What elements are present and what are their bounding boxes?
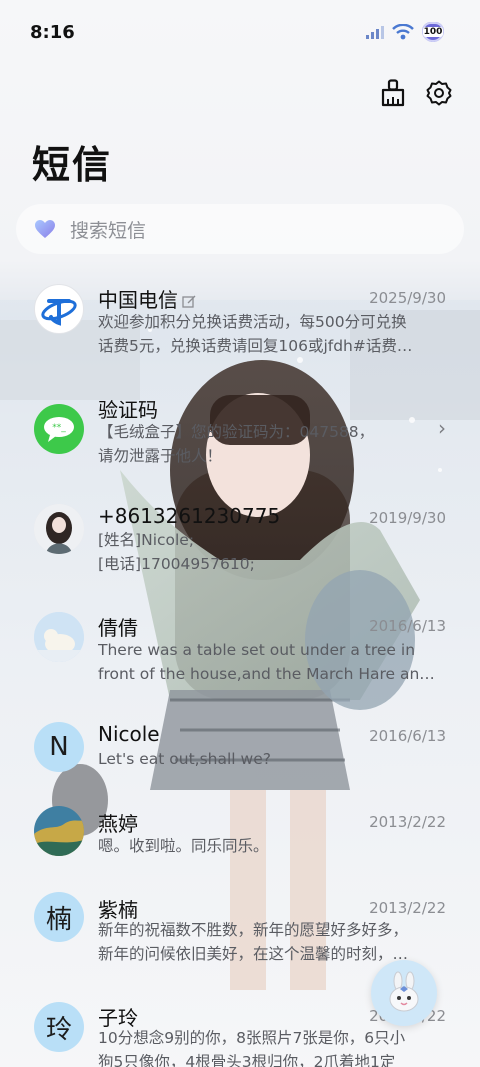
status-time: 8:16 (30, 22, 75, 43)
chevron-right-icon: › (438, 416, 446, 440)
conversation-preview-line1: [姓名]Nicole; (98, 531, 195, 549)
conversation-item[interactable]: 倩倩 2016/6/13 There was a table set out u… (0, 606, 480, 714)
conversation-date: 2016/6/13 (369, 617, 446, 635)
conversation-preview-line2: 话费5元，兑换话费请回复106或jfdh#话费… (98, 337, 413, 355)
conversation-name: 燕婷 (98, 812, 138, 836)
conversation-date: 2013/2/22 (369, 899, 446, 917)
conversation-preview-line1: Let's eat out,shall we? (98, 750, 271, 768)
heart-search-icon (35, 220, 55, 238)
conversation-preview-line1: 嗯。收到啦。同乐同乐。 (98, 837, 269, 855)
letter-avatar: 玲 (34, 1002, 84, 1052)
conversation-preview-line2: [电话]17004957610; (98, 555, 255, 573)
bunny-icon (389, 971, 419, 1012)
conversation-name: 中国电信 (98, 284, 196, 313)
landscape-avatar (34, 806, 84, 856)
signal-icon (366, 26, 384, 39)
conversation-preview-line2: 狗5只像你，4根骨头3根归你，2爪着地1定 (98, 1053, 396, 1067)
status-icons: 100 (366, 22, 444, 42)
conversation-preview-line2: front of the house,and the March Hare an… (98, 665, 435, 683)
conversation-item[interactable]: +8613261230775 2019/9/30 [姓名]Nicole; [电话… (0, 494, 480, 602)
battery-level: 100 (422, 27, 444, 37)
edit-icon (182, 295, 196, 308)
conversation-name: 验证码 (98, 398, 158, 422)
conversation-item[interactable]: 中国电信 2025/9/30 欢迎参加积分兑换话费活动，每500分可兑换 话费5… (0, 270, 480, 378)
page-title: 短信 (32, 143, 113, 187)
china-telecom-icon (41, 299, 77, 326)
broom-icon (381, 79, 405, 107)
conversation-name: 倩倩 (98, 616, 138, 640)
clean-button[interactable] (378, 78, 408, 108)
conversation-item[interactable]: **_ 验证码 【毛绒盒子】您的验证码为：047588， 请勿泄露于他人！ › (0, 380, 480, 488)
conversation-preview-line1: 【毛绒盒子】您的验证码为：047588， (98, 423, 375, 441)
conversation-name-text: 中国电信 (98, 288, 178, 312)
svg-text:**_: **_ (52, 423, 66, 433)
conversation-date: 2019/9/30 (369, 509, 446, 527)
search-bar[interactable]: 搜索短信 (16, 204, 464, 254)
conversation-preview-line2: 请勿泄露于他人！ (98, 447, 223, 465)
conversation-date: 2016/6/13 (369, 727, 446, 745)
wifi-icon (392, 24, 414, 40)
letter-avatar: N (34, 722, 84, 772)
gear-icon (426, 80, 452, 106)
message-bubble-avatar: **_ (34, 404, 84, 454)
polar-bear-avatar (34, 612, 84, 662)
conversation-name: Nicole (98, 722, 160, 746)
top-actions (378, 78, 454, 108)
conversation-preview-line1: 欢迎参加积分兑换话费活动，每500分可兑换 (98, 313, 407, 331)
conversation-preview-line1: 新年的祝福数不胜数，新年的愿望好多好多， (98, 921, 409, 939)
conversation-preview-line1: There was a table set out under a tree i… (98, 641, 416, 659)
message-bubble-icon: **_ (44, 417, 74, 442)
polar-bear-icon (34, 612, 84, 662)
settings-button[interactable] (424, 78, 454, 108)
conversation-date: 2025/9/30 (369, 289, 446, 307)
conversation-preview-line1: 10分想念9别的你，8张照片7张是你，6只小 (98, 1029, 406, 1047)
battery-indicator: 100 (422, 22, 444, 42)
letter-avatar: 楠 (34, 892, 84, 942)
compose-button[interactable] (371, 960, 437, 1026)
landscape-photo-icon (34, 806, 84, 856)
photo-avatar (34, 504, 84, 554)
conversation-name: +8613261230775 (98, 504, 281, 528)
search-input[interactable]: 搜索短信 (70, 216, 146, 243)
person-photo-icon (34, 504, 84, 554)
conversation-date: 2013/2/22 (369, 813, 446, 831)
status-bar: 8:16 100 (0, 0, 480, 68)
china-telecom-logo (34, 284, 84, 334)
